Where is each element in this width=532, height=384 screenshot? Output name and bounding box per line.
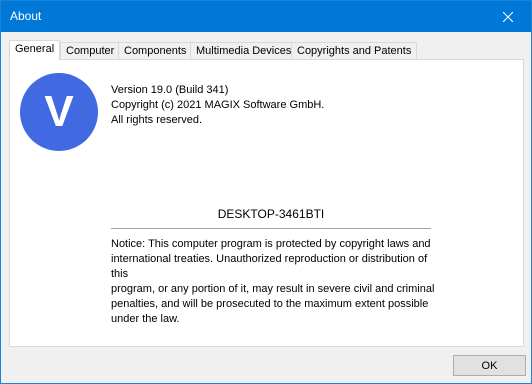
tab-general[interactable]: General (9, 40, 61, 60)
copyright-text: Copyright (c) 2021 MAGIX Software GmbH. (111, 99, 325, 111)
notice-line: Notice: This computer program is protect… (111, 238, 431, 250)
computer-name: DESKTOP-3461BTI (217, 207, 325, 221)
close-icon (503, 11, 513, 22)
notice-line: under the law. (111, 313, 180, 325)
close-button[interactable] (485, 1, 531, 32)
logo-letter-text: V (44, 92, 74, 132)
tab-copyrights-and-patents-label: Copyrights and Patents (297, 45, 412, 57)
notice-line: program, or any portion of it, may resul… (111, 283, 435, 295)
tab-copyrights-and-patents[interactable]: Copyrights and Patents (291, 42, 418, 59)
tab-general-label: General (15, 43, 55, 55)
ok-button[interactable]: OK (453, 355, 526, 376)
tab-multimedia-devices-label: Multimedia Devices (196, 45, 292, 57)
divider (111, 228, 431, 229)
tab-components-label: Components (124, 45, 187, 57)
title-bar: About (1, 1, 531, 32)
ok-button-label: OK (481, 359, 498, 372)
general-tab-panel: V Version 19.0 (Build 341) Copyright (c)… (9, 59, 524, 347)
tab-computer-label: Computer (66, 45, 115, 57)
notice-line: penalties, and will be prosecuted to the… (111, 298, 429, 310)
tab-computer[interactable]: Computer (60, 42, 121, 59)
rights-text: All rights reserved. (111, 114, 203, 126)
app-logo: V (20, 73, 98, 151)
about-dialog: About General Computer Components Multim… (0, 0, 532, 384)
logo-letter: V (44, 92, 74, 132)
window-title: About (10, 9, 42, 23)
legal-notice: Notice: This computer program is protect… (111, 237, 437, 327)
tab-strip: General Computer Components Multimedia D… (9, 40, 529, 60)
version-text: Version 19.0 (Build 341) (111, 84, 229, 96)
tab-components[interactable]: Components (118, 42, 193, 59)
version-info: Version 19.0 (Build 341) Copyright (c) 2… (111, 83, 324, 128)
notice-line: international treaties. Unauthorized rep… (111, 253, 428, 280)
tab-multimedia-devices[interactable]: Multimedia Devices (190, 42, 298, 59)
